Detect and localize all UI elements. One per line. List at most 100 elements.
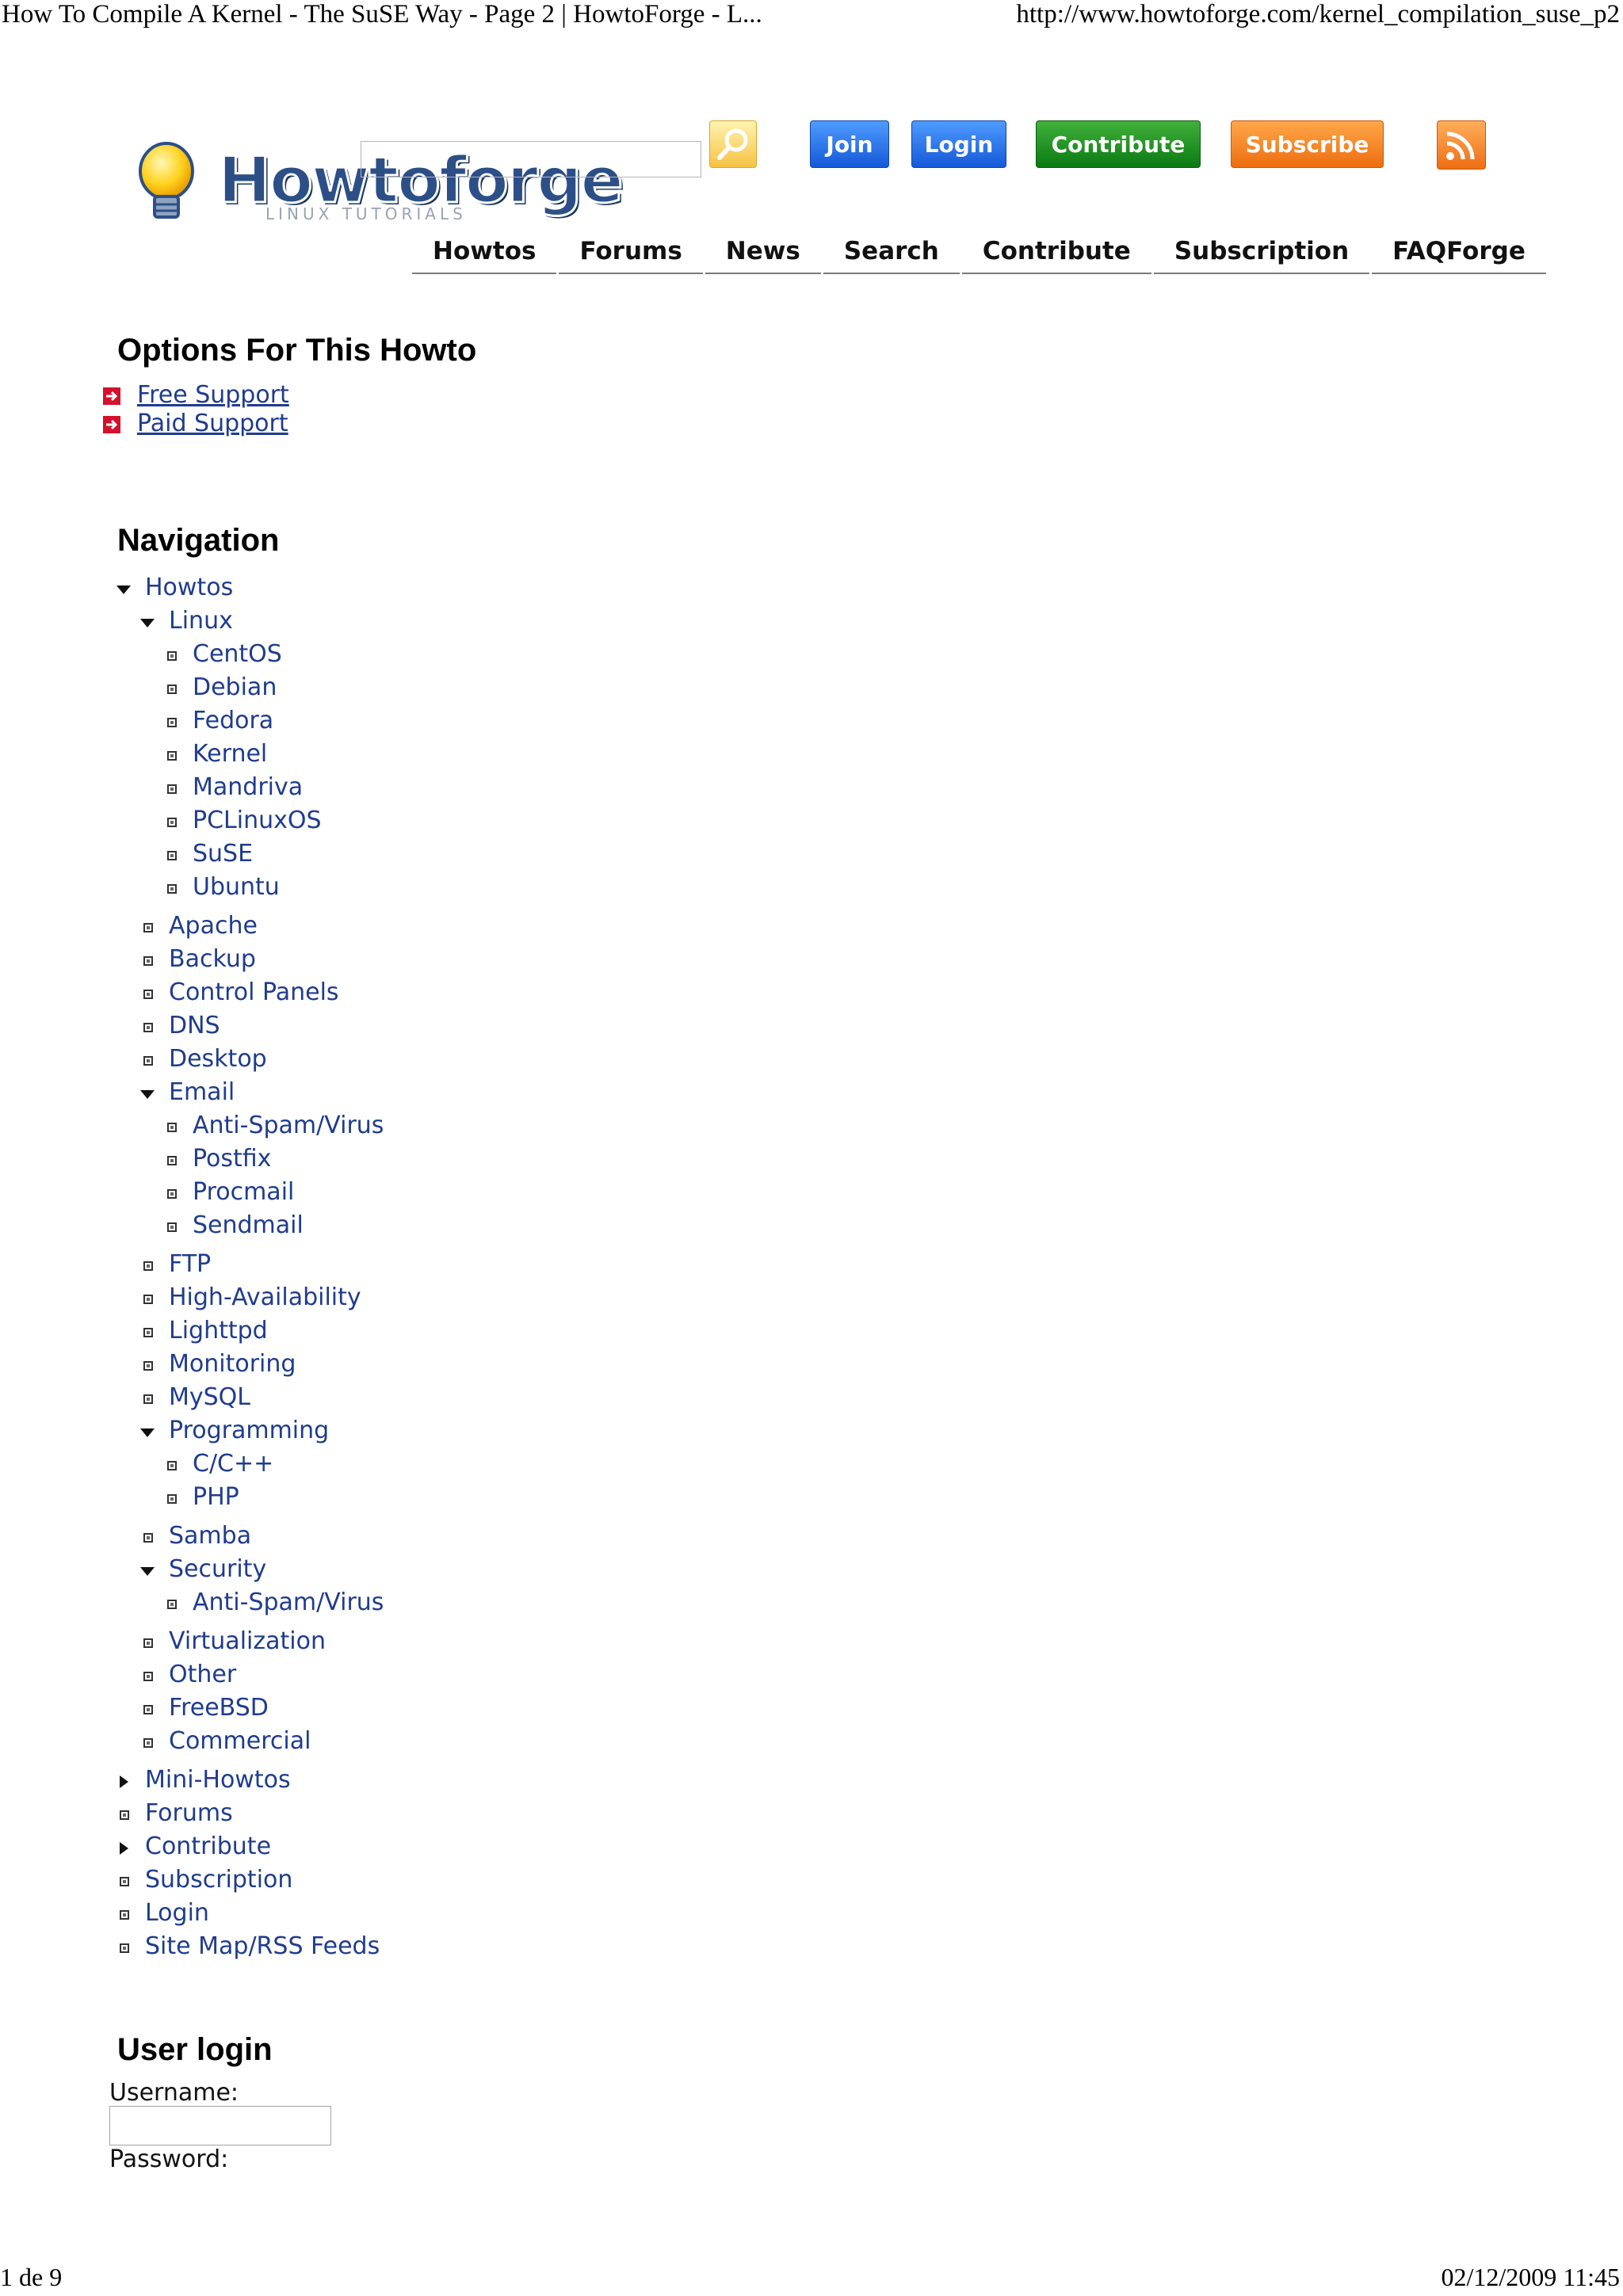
nav-item-kernel[interactable]: Kernel xyxy=(193,740,267,768)
top-navigation: Howtos Forums News Search Contribute Sub… xyxy=(412,230,1549,274)
nav-item-fedora[interactable]: Fedora xyxy=(193,707,273,734)
nav-item-contribute[interactable]: Contribute xyxy=(145,1833,271,1860)
nav-item-ubuntu[interactable]: Ubuntu xyxy=(193,873,280,901)
bullet-icon xyxy=(143,1394,153,1404)
nav-item-centos[interactable]: CentOS xyxy=(193,640,282,668)
bullet-icon xyxy=(120,1877,129,1886)
nav-item-other[interactable]: Other xyxy=(169,1661,236,1688)
nav-item-samba[interactable]: Samba xyxy=(169,1522,251,1550)
free-support-link[interactable]: Free Support xyxy=(137,381,289,409)
nav-item-backup[interactable]: Backup xyxy=(169,945,256,973)
bullet-icon xyxy=(167,685,177,694)
nav-item-monitoring[interactable]: Monitoring xyxy=(169,1350,296,1378)
nav-item-programming[interactable]: Programming xyxy=(169,1417,329,1444)
nav-item-suse[interactable]: SuSE xyxy=(193,840,253,868)
bullet-icon xyxy=(167,651,177,661)
bullet-icon xyxy=(167,751,177,761)
password-label: Password: xyxy=(109,2145,229,2173)
bullet-icon xyxy=(143,1738,153,1748)
nav-item-high-availability[interactable]: High-Availability xyxy=(169,1283,361,1311)
nav-item-c-c[interactable]: C/C++ xyxy=(193,1450,273,1478)
nav-item-mysql[interactable]: MySQL xyxy=(169,1383,250,1411)
bullet-icon xyxy=(120,1943,129,1953)
topnav-howtos[interactable]: Howtos xyxy=(412,230,557,274)
nav-item-commercial[interactable]: Commercial xyxy=(169,1727,311,1755)
bullet-icon xyxy=(143,956,153,966)
nav-item-apache[interactable]: Apache xyxy=(169,912,258,940)
nav-item-dns[interactable]: DNS xyxy=(169,1012,220,1039)
nav-item-forums[interactable]: Forums xyxy=(145,1799,233,1827)
search-input[interactable] xyxy=(361,141,701,177)
logo-tagline: LINUX TUTORIALS xyxy=(265,204,467,223)
red-arrow-icon xyxy=(103,416,120,433)
expanded-arrow-icon[interactable] xyxy=(140,1428,155,1437)
search-button[interactable] xyxy=(709,120,757,168)
nav-item-desktop[interactable]: Desktop xyxy=(169,1045,267,1073)
nav-item-control-panels[interactable]: Control Panels xyxy=(169,978,339,1006)
bullet-icon xyxy=(143,923,153,933)
nav-item-procmail[interactable]: Procmail xyxy=(193,1178,294,1206)
print-datetime: 02/12/2009 11:45 xyxy=(1441,2263,1620,2291)
bullet-icon xyxy=(143,1056,153,1066)
topnav-forums[interactable]: Forums xyxy=(559,230,703,274)
nav-item-debian[interactable]: Debian xyxy=(193,673,277,701)
paid-support-link[interactable]: Paid Support xyxy=(137,410,288,437)
bullet-icon xyxy=(167,1461,177,1470)
expanded-arrow-icon[interactable] xyxy=(140,1090,155,1099)
nav-item-email[interactable]: Email xyxy=(169,1078,235,1106)
expanded-arrow-icon[interactable] xyxy=(140,619,155,627)
nav-item-ftp[interactable]: FTP xyxy=(169,1250,211,1278)
bullet-icon xyxy=(143,1672,153,1681)
nav-item-anti-spam-virus[interactable]: Anti-Spam/Virus xyxy=(193,1589,384,1616)
bullet-icon xyxy=(167,1494,177,1504)
expanded-arrow-icon[interactable] xyxy=(140,1567,155,1576)
topnav-subscription[interactable]: Subscription xyxy=(1153,230,1370,274)
collapsed-arrow-icon[interactable] xyxy=(120,1775,128,1788)
topnav-faqforge[interactable]: FAQForge xyxy=(1372,230,1546,274)
subscribe-button[interactable]: Subscribe xyxy=(1231,120,1384,168)
bullet-icon xyxy=(120,1910,129,1920)
options-block-title: Options For This Howto xyxy=(117,333,477,368)
nav-item-mandriva[interactable]: Mandriva xyxy=(193,773,303,801)
join-button[interactable]: Join xyxy=(810,120,889,168)
bullet-icon xyxy=(143,1261,153,1271)
bullet-icon xyxy=(143,1295,153,1304)
nav-item-mini-howtos[interactable]: Mini-Howtos xyxy=(145,1766,291,1794)
nav-item-anti-spam-virus[interactable]: Anti-Spam/Virus xyxy=(193,1112,384,1139)
print-page-number: 1 de 9 xyxy=(0,2263,63,2291)
expanded-arrow-icon[interactable] xyxy=(116,585,131,594)
nav-item-linux[interactable]: Linux xyxy=(169,607,233,635)
navigation-block-title: Navigation xyxy=(117,523,280,558)
contribute-button[interactable]: Contribute xyxy=(1036,120,1201,168)
bullet-icon xyxy=(143,1361,153,1371)
nav-item-howtos[interactable]: Howtos xyxy=(145,574,233,601)
nav-item-php[interactable]: PHP xyxy=(193,1483,239,1511)
rss-feed-button[interactable] xyxy=(1437,120,1486,170)
nav-item-pclinuxos[interactable]: PCLinuxOS xyxy=(193,807,322,834)
username-input[interactable] xyxy=(109,2106,331,2145)
print-page-title: How To Compile A Kernel - The SuSE Way -… xyxy=(2,0,762,29)
nav-item-virtualization[interactable]: Virtualization xyxy=(169,1627,326,1655)
nav-item-sendmail[interactable]: Sendmail xyxy=(193,1211,304,1239)
bullet-icon xyxy=(143,1328,153,1337)
nav-item-subscription[interactable]: Subscription xyxy=(145,1866,292,1894)
nav-item-freebsd[interactable]: FreeBSD xyxy=(169,1694,269,1722)
bullet-icon xyxy=(167,1156,177,1165)
topnav-search[interactable]: Search xyxy=(823,230,960,274)
nav-item-login[interactable]: Login xyxy=(145,1899,209,1927)
rss-icon xyxy=(1446,132,1475,160)
login-button[interactable]: Login xyxy=(911,120,1006,168)
bullet-icon xyxy=(143,1023,153,1032)
bullet-icon xyxy=(167,1600,177,1609)
nav-item-site-map-rss-feeds[interactable]: Site Map/RSS Feeds xyxy=(145,1932,380,1960)
topnav-contribute[interactable]: Contribute xyxy=(961,230,1151,274)
topnav-news[interactable]: News xyxy=(705,230,821,274)
lightbulb-icon xyxy=(139,142,194,219)
nav-item-lighttpd[interactable]: Lighttpd xyxy=(169,1317,268,1344)
collapsed-arrow-icon[interactable] xyxy=(120,1842,128,1855)
red-arrow-icon xyxy=(103,387,120,405)
bullet-icon xyxy=(167,1222,177,1232)
nav-item-security[interactable]: Security xyxy=(169,1555,266,1583)
nav-item-postfix[interactable]: Postfix xyxy=(193,1145,271,1173)
bullet-icon xyxy=(143,1705,153,1714)
